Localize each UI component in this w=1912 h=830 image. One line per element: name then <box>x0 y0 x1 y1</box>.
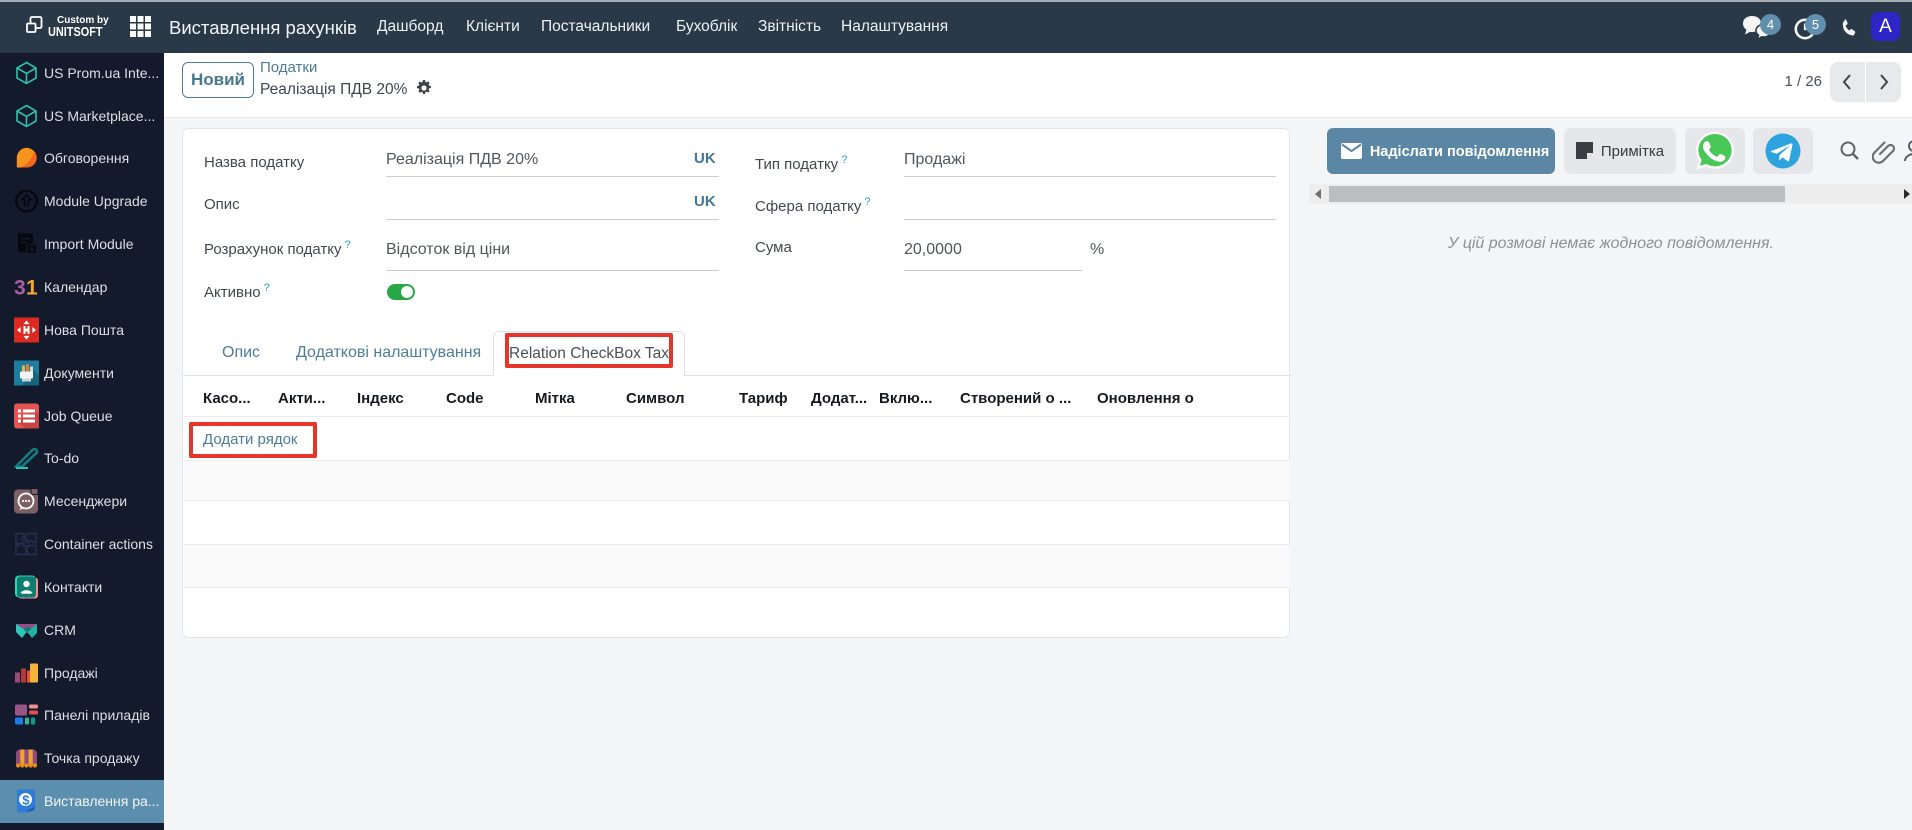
svg-text:3: 3 <box>14 276 26 299</box>
svg-text:1: 1 <box>26 276 38 299</box>
svg-text:$: $ <box>22 792 30 807</box>
